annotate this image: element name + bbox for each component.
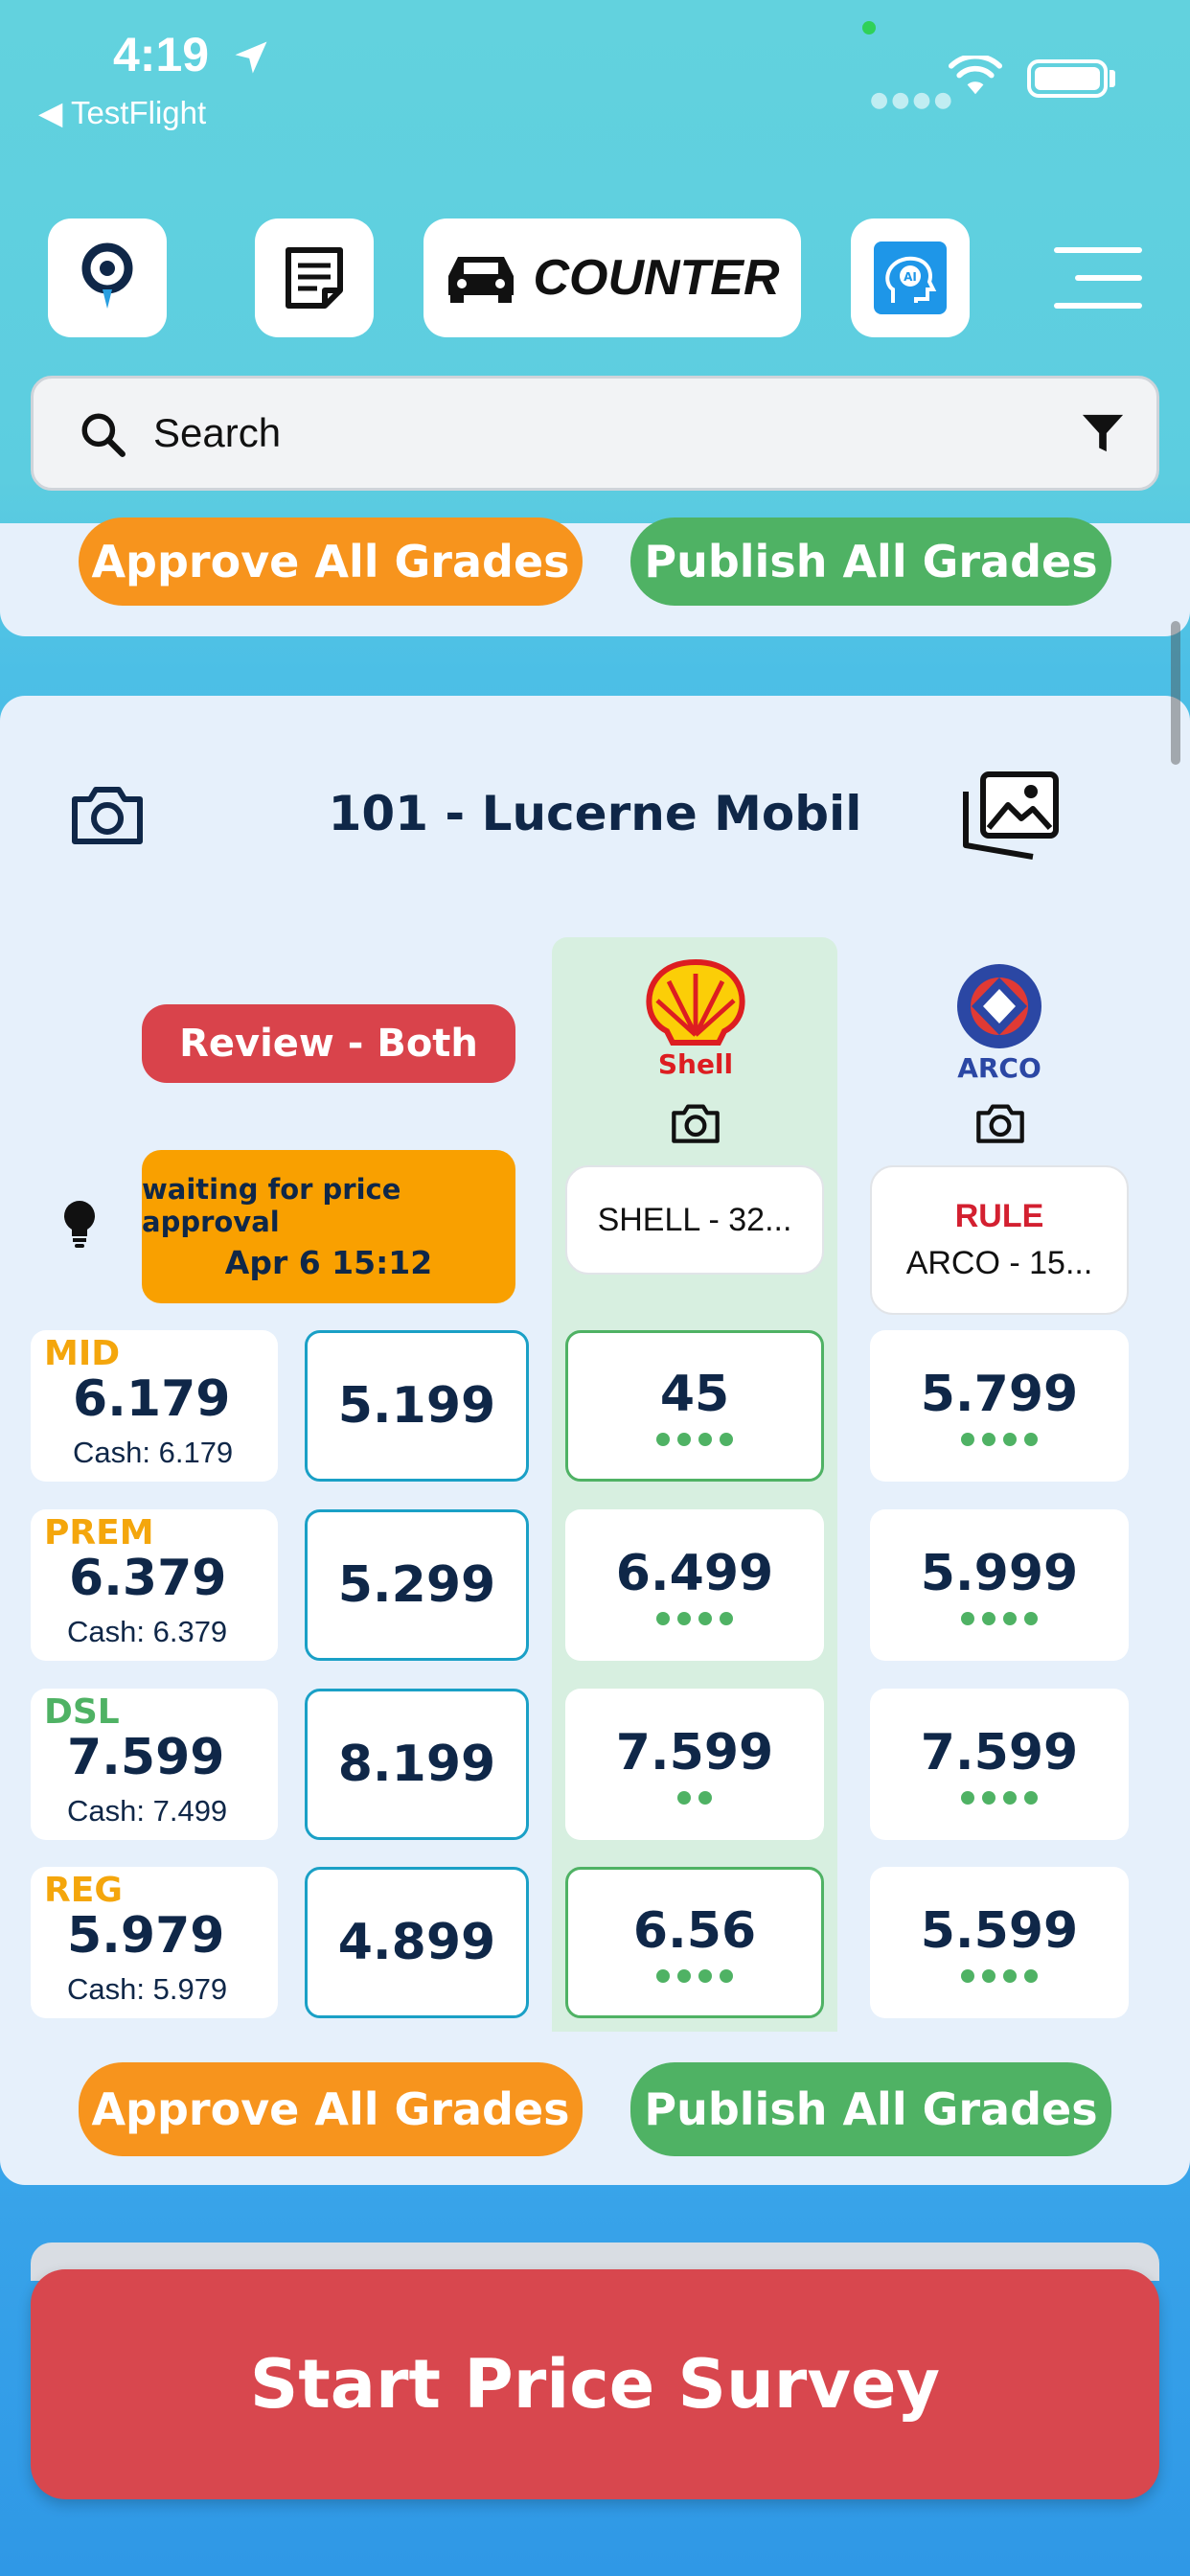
waiting-approval-badge[interactable]: waiting for price approval Apr 6 15:12: [142, 1150, 515, 1303]
price-input-dsl[interactable]: 8.199: [305, 1689, 529, 1840]
search-icon: [81, 413, 126, 457]
scrollbar[interactable]: [1171, 621, 1180, 765]
confidence-dots: [961, 1791, 1038, 1805]
filter-icon[interactable]: [1081, 410, 1125, 456]
app-logo-button[interactable]: [48, 218, 167, 337]
competitor-price: 6.499: [615, 1545, 774, 1602]
grade-price: 6.179: [73, 1370, 231, 1428]
grade-name: REG: [44, 1871, 123, 1910]
competitor-price: 5.999: [920, 1545, 1079, 1602]
review-status-badge[interactable]: Review - Both: [142, 1004, 515, 1083]
approve-all-grades-button[interactable]: Approve All Grades: [79, 2062, 583, 2156]
counter-button[interactable]: COUNTER: [423, 218, 801, 337]
competitor-price: 45: [659, 1366, 730, 1423]
status-time: 4:19: [113, 28, 210, 81]
waiting-date: Apr 6 15:12: [224, 1243, 433, 1281]
start-price-survey-button[interactable]: Start Price Survey: [31, 2269, 1159, 2499]
svg-text:AI: AI: [904, 270, 917, 284]
ai-assistant-button[interactable]: AI: [851, 218, 970, 337]
grade-price: 6.379: [69, 1550, 227, 1607]
grade-price: 7.599: [67, 1729, 225, 1786]
publish-all-grades-button[interactable]: Publish All Grades: [630, 2062, 1111, 2156]
grade-cash-price: Cash: 6.379: [67, 1615, 228, 1648]
shell-price-prem[interactable]: 6.499: [565, 1509, 824, 1661]
confidence-dots: [961, 1433, 1038, 1446]
arco-rule-badge: RULE: [954, 1198, 1044, 1234]
competitor-price: 6.56: [632, 1902, 757, 1960]
grade-cash-price: Cash: 7.499: [67, 1794, 228, 1828]
publish-all-grades-button-top[interactable]: Publish All Grades: [630, 518, 1111, 606]
battery-tip: [1110, 70, 1115, 87]
arco-camera-icon[interactable]: [973, 1100, 1027, 1146]
shell-logo-icon: Shell: [646, 958, 745, 1080]
grade-name: DSL: [44, 1692, 120, 1732]
arco-price-mid[interactable]: 5.799: [870, 1330, 1129, 1482]
wifi-icon: [949, 56, 1002, 95]
competitor-price: 5.799: [920, 1366, 1079, 1423]
grade-cell-dsl: DSL 7.599 Cash: 7.499: [31, 1689, 278, 1840]
competitor-price: 7.599: [615, 1724, 774, 1782]
shell-competitor-name: SHELL - 32...: [597, 1201, 792, 1238]
competitor-price: 7.599: [920, 1724, 1079, 1782]
battery-icon: [1027, 59, 1108, 98]
lightbulb-icon[interactable]: [61, 1200, 98, 1248]
arco-price-dsl[interactable]: 7.599: [870, 1689, 1129, 1840]
waiting-text: waiting for price approval: [142, 1172, 401, 1238]
arco-logo-icon: ARCO: [957, 964, 1041, 1081]
ai-head-icon: AI: [874, 242, 947, 314]
grade-cash-price: Cash: 6.179: [73, 1436, 234, 1469]
shell-camera-icon[interactable]: [669, 1100, 722, 1146]
confidence-dots: [656, 1433, 733, 1446]
search-placeholder: Search: [153, 410, 282, 455]
shell-competitor-label[interactable]: SHELL - 32...: [565, 1165, 824, 1275]
arco-price-reg[interactable]: 5.599: [870, 1867, 1129, 2018]
shell-price-dsl[interactable]: 7.599: [565, 1689, 824, 1840]
confidence-dots: [656, 1612, 733, 1625]
arco-price-prem[interactable]: 5.999: [870, 1509, 1129, 1661]
price-input-prem[interactable]: 5.299: [305, 1509, 529, 1661]
car-icon: [448, 257, 515, 303]
grade-cell-mid: MID 6.179 Cash: 6.179: [31, 1330, 278, 1482]
grade-cash-price: Cash: 5.979: [67, 1972, 228, 2006]
privacy-indicator: [862, 21, 876, 34]
grade-cell-reg: REG 5.979 Cash: 5.979: [31, 1867, 278, 2018]
counter-label: COUNTER: [533, 250, 780, 306]
svg-text:ARCO: ARCO: [957, 1052, 1041, 1081]
location-arrow-icon: [235, 41, 267, 74]
pin-logo-icon: [81, 242, 133, 309]
confidence-dots: [677, 1791, 712, 1805]
back-to-testflight[interactable]: ◀ TestFlight: [38, 94, 206, 131]
shell-price-reg[interactable]: 6.56: [565, 1867, 824, 2018]
grade-cell-prem: PREM 6.379 Cash: 6.379: [31, 1509, 278, 1661]
shell-price-mid[interactable]: 45: [565, 1330, 824, 1482]
competitor-price: 5.599: [920, 1902, 1079, 1960]
price-input-reg[interactable]: 4.899: [305, 1867, 529, 2018]
menu-icon[interactable]: [1054, 247, 1142, 310]
confidence-dots: [656, 1969, 733, 1983]
document-icon: [286, 247, 343, 309]
grade-name: MID: [44, 1334, 121, 1373]
confidence-dots: [961, 1969, 1038, 1983]
cellular-signal-icon: ●●●●: [870, 88, 955, 112]
gallery-icon[interactable]: [960, 769, 1062, 862]
svg-text:Shell: Shell: [658, 1048, 733, 1080]
arco-competitor-label[interactable]: RULE ARCO - 15...: [870, 1165, 1129, 1315]
approve-all-grades-button-top[interactable]: Approve All Grades: [79, 518, 583, 606]
grade-price: 5.979: [67, 1907, 225, 1965]
price-input-mid[interactable]: 5.199: [305, 1330, 529, 1482]
grade-name: PREM: [44, 1513, 154, 1552]
notes-button[interactable]: [255, 218, 374, 337]
confidence-dots: [961, 1612, 1038, 1625]
arco-competitor-name: ARCO - 15...: [905, 1245, 1093, 1281]
